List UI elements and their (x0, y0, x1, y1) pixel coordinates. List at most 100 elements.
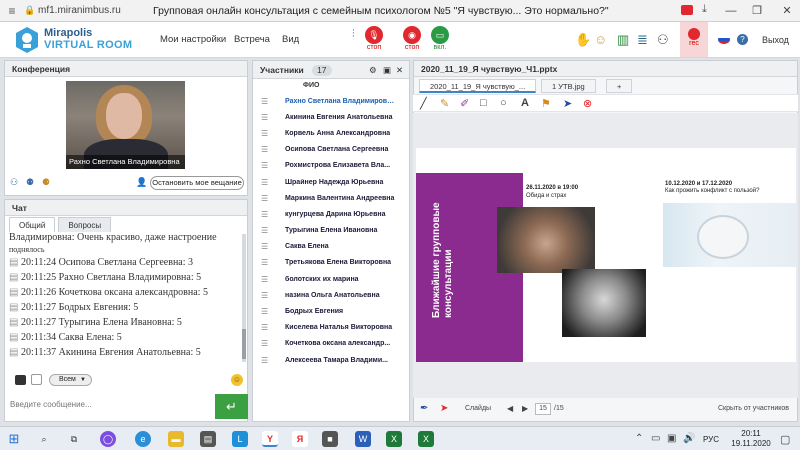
menu-view[interactable]: Вид (282, 34, 299, 45)
pointer-tool-icon[interactable]: ➤ (563, 97, 572, 110)
pencil-tool-icon[interactable]: ✎ (440, 97, 449, 110)
mic-stop-label: стоп (366, 44, 382, 51)
fill-tool-icon[interactable]: ⚑ (541, 97, 551, 110)
download-icon[interactable]: ⤓ (702, 3, 707, 16)
background-color-icon[interactable] (31, 374, 42, 385)
rectangle-tool-icon[interactable]: □ (480, 97, 487, 109)
add-tab-button[interactable]: + (606, 79, 633, 93)
user-lock-icon[interactable]: ⚈ (42, 177, 50, 188)
language-indicator[interactable]: РУС (703, 435, 719, 444)
clock[interactable]: 20:11 19.11.2020 (731, 429, 771, 449)
text-color-icon[interactable] (15, 375, 26, 385)
participant-row[interactable]: ☰ Рохмистрова Елизавета Вла... (253, 158, 409, 174)
menu-meeting[interactable]: Встреча (234, 34, 270, 45)
network-icon[interactable]: ⚇ (657, 32, 669, 48)
slides-label[interactable]: Слайды (465, 405, 491, 412)
next-slide-icon[interactable]: ▶ (522, 404, 528, 413)
search-icon[interactable]: ⌕ (36, 431, 52, 447)
participant-row[interactable]: ☰ Киселева Наталья Викторовна (253, 320, 409, 336)
participant-row[interactable]: ☰ Кочеткова оксана александр... (253, 336, 409, 352)
recipient-select[interactable]: Всем ▼ (49, 374, 92, 386)
emoji-picker-icon[interactable]: ☺ (231, 374, 243, 386)
participant-row[interactable]: ☰ Осипова Светлана Сергеевна (253, 142, 409, 158)
app-l-icon[interactable]: L (232, 431, 248, 447)
participant-row[interactable]: ☰ кунгурцева Дарина Юрьевна (253, 206, 409, 222)
line-tool-icon[interactable]: ╱ (420, 97, 427, 110)
participant-row[interactable]: ☰ Акинина Евгения Анатольевна (253, 109, 409, 125)
tab-image[interactable]: 1 УТВ.jpg (541, 79, 596, 93)
clear-tool-icon[interactable]: ⊗ (583, 97, 592, 110)
participant-row[interactable]: ☰ болотских их марина (253, 271, 409, 287)
page-input[interactable]: 15 (535, 403, 551, 415)
raise-hand-icon[interactable]: ✋ (575, 32, 591, 48)
participant-row[interactable]: ☰ Турыгина Елена Ивановна (253, 223, 409, 239)
draw-pen-icon[interactable]: ✒ (420, 403, 428, 414)
slide-photo-conflict (663, 203, 796, 267)
word-icon[interactable]: W (355, 431, 371, 447)
participant-row[interactable]: ☰ Саква Елена (253, 239, 409, 255)
camera-stop-button[interactable]: ◉ стоп (400, 26, 424, 51)
task-view-icon[interactable]: ⧉ (66, 431, 82, 447)
volume-icon[interactable]: 🔊 (683, 433, 695, 444)
mic-volume-icon[interactable]: ⫶ (352, 28, 355, 41)
store-icon[interactable]: ▤ (200, 431, 216, 447)
users-icon[interactable]: ⚇ (10, 177, 18, 188)
gear-icon[interactable]: ⚙ (369, 61, 377, 79)
tab-questions[interactable]: Вопросы (58, 217, 112, 232)
yandex-browser-icon[interactable]: Y (262, 431, 278, 447)
marker-tool-icon[interactable]: ✐ (460, 97, 469, 110)
explorer-icon[interactable]: ▬ (168, 431, 184, 447)
participant-row[interactable]: ☰ Корвель Анна Александровна (253, 125, 409, 141)
network-tray-icon[interactable]: ▣ (667, 433, 676, 444)
stop-broadcast-button[interactable]: Остановить мое вещание (150, 176, 244, 190)
language-flag-icon[interactable] (718, 35, 730, 44)
windows-start-icon[interactable]: ⊞ (6, 431, 22, 447)
participant-row[interactable]: ☰ Шрайнер Надежда Юрьевна (253, 174, 409, 190)
prev-slide-icon[interactable]: ◀ (507, 404, 513, 413)
hamburger-icon[interactable]: ≡ (0, 4, 24, 18)
excel-icon-2[interactable]: X (418, 431, 434, 447)
laser-pointer-icon[interactable]: ➤ (440, 403, 448, 414)
poll-icon[interactable]: ▥ (617, 32, 629, 48)
app-black-icon[interactable]: ■ (322, 431, 338, 447)
record-button[interactable]: rec (680, 22, 708, 57)
screen-share-button[interactable]: ▭ вкл. (428, 26, 452, 51)
participant-row[interactable]: ☰ Рахно Светлана Владимировна (253, 93, 409, 109)
yandex-icon[interactable]: Я (292, 431, 308, 447)
maximize-button[interactable]: ❐ (740, 0, 774, 22)
menu-my-settings[interactable]: Мои настройки (160, 34, 226, 45)
ellipse-tool-icon[interactable]: ○ (500, 97, 507, 109)
close-icon[interactable]: ✕ (396, 61, 403, 79)
notifications-icon[interactable]: ▢ (780, 433, 790, 446)
message-input[interactable]: Введите сообщение... (5, 397, 215, 413)
participant-row[interactable]: ☰ Бодрых Евгения (253, 303, 409, 319)
url-text[interactable]: mf1.miranimbus.ru (38, 5, 153, 16)
camera-stop-label: стоп (404, 44, 420, 51)
exit-button[interactable]: Выход (762, 35, 789, 45)
participant-row[interactable]: ☰ Третьякова Елена Викторовна (253, 255, 409, 271)
popout-icon[interactable]: ▣ (383, 61, 391, 79)
close-window-button[interactable]: ✕ (770, 0, 800, 22)
tab-presentation[interactable]: 2020_11_19_Я чувствую_... (419, 79, 537, 93)
hide-from-participants-button[interactable]: Скрыть от участников (718, 405, 789, 412)
emoji-icon[interactable]: ☺ (594, 32, 607, 47)
bookmark-icon[interactable] (681, 5, 693, 15)
tray-app-icon[interactable]: ▭ (651, 433, 660, 444)
participant-row[interactable]: ☰ Маркина Валентина Андреевна (253, 190, 409, 206)
chat-scrollbar[interactable] (242, 234, 246, 362)
video-feed[interactable]: Рахно Светлана Владимировна (66, 81, 185, 169)
tab-general[interactable]: Общий (9, 217, 56, 232)
alice-icon[interactable]: ◯ (100, 431, 116, 447)
excel-icon-1[interactable]: X (386, 431, 402, 447)
edge-icon[interactable]: e (135, 431, 151, 447)
tray-chevron-icon[interactable]: ⌃ (635, 433, 643, 444)
participant-row[interactable]: ☰ Алексеева Тамара Владими... (253, 352, 409, 368)
send-button[interactable]: ↵ (215, 394, 248, 419)
mic-stop-button[interactable]: 🎙 стоп (362, 26, 386, 51)
participant-row[interactable]: ☰ назина Ольга Анатольевна (253, 287, 409, 303)
text-tool-icon[interactable]: A (521, 97, 529, 109)
agenda-icon[interactable]: ≣ (637, 32, 648, 48)
chat-scroll-thumb[interactable] (242, 329, 246, 359)
user-settings-icon[interactable]: ⚉ (26, 177, 34, 188)
help-icon[interactable]: ? (737, 34, 748, 45)
